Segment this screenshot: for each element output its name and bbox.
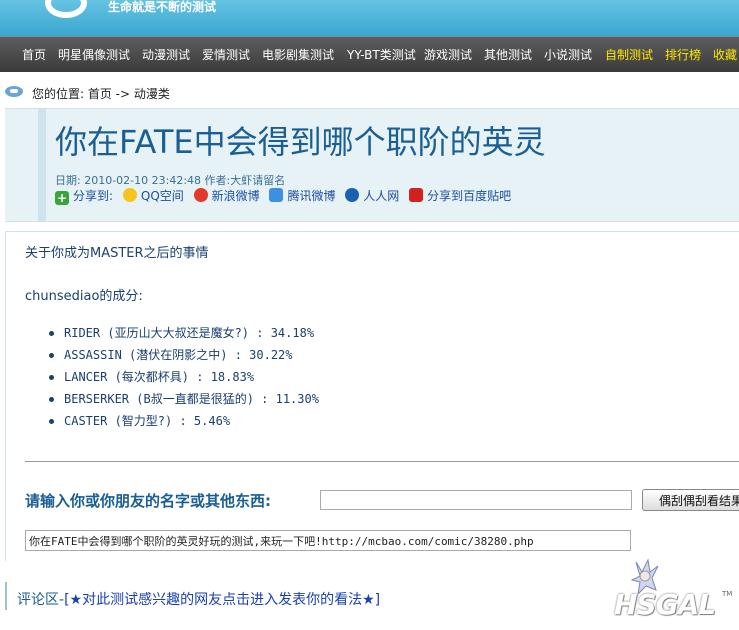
share-renren-label: 人人网 [363,189,400,203]
nav-item-anime[interactable]: 动漫测试 [142,46,190,63]
article-date: 2010-02-10 23:42:48 [84,174,202,187]
breadcrumb: 您的位置: 首页 -> 动漫类 [0,82,739,102]
page-title: 你在FATE中会得到哪个职阶的英灵 [55,123,546,161]
share-tencent-label: 腾讯微博 [287,189,336,203]
share-more[interactable]: + 分享到: [55,187,113,205]
comment-link[interactable]: [★对此测试感兴趣的网友点击进入发表你的看法★] [64,592,380,608]
view-result-button[interactable]: 偶刮偶刮看结果 [642,489,739,511]
header-accent-bar [38,109,46,221]
name-prompt: 请输入你或你朋友的名字或其他东西: [25,492,272,510]
nav-item-movie[interactable]: 电影剧集测试 [262,46,334,63]
nav-item-other[interactable]: 其他测试 [484,46,532,63]
nav-item-yy-bt[interactable]: YY-BT类测试 [347,46,416,63]
plus-icon: + [55,191,69,205]
share-qzone[interactable]: QQ空间 [122,187,184,204]
list-item: RIDER (亚历山大大叔还是魔女?) : 34.18% [44,322,319,344]
sina-weibo-icon [193,188,208,202]
nav-item-favorite[interactable]: 收藏 [713,46,737,63]
comment-label: 评论区-[★对此测试感兴趣的网友点击进入发表你的看法★] [17,589,380,609]
list-item: BERSERKER (B叔一直都是很猛的) : 11.30% [44,388,319,410]
list-item: ASSASSIN (潜伏在阴影之中) : 30.22% [44,344,319,366]
share-baidu-label: 分享到百度贴吧 [427,189,512,203]
watermark-tm: TM [722,590,733,598]
qzone-icon [122,188,137,202]
article-author: 大虾请留名 [230,174,286,187]
watermark-text: HSGAL [614,588,716,621]
site-slogan: 生命就是不断的测试 [108,0,217,14]
share-bar: + 分享到: QQ空间 新浪微博 腾讯微博 人人网 分享到百度贴吧 [55,187,517,205]
nav-item-home[interactable]: 首页 [22,46,46,63]
renren-icon [345,188,360,202]
nav-item-game[interactable]: 游戏测试 [424,46,472,63]
share-sina-weibo[interactable]: 新浪微博 [193,187,260,204]
comment-section: 评论区-[★对此测试感兴趣的网友点击进入发表你的看法★] [5,582,407,610]
article-meta: 日期: 2010-02-10 23:42:48 作者:大虾请留名 [55,172,285,188]
site-header: 生命就是不断的测试 [0,0,739,36]
comment-label-text: 评论区- [17,592,65,608]
result-intro: 关于你成为MASTER之后的事情 [25,246,209,261]
location-icon [5,86,23,97]
watermark-logo: HSGAL TM [610,558,733,624]
share-qzone-label: QQ空间 [140,189,184,203]
result-list: RIDER (亚历山大大叔还是魔女?) : 34.18% ASSASSIN (潜… [44,322,319,432]
nav-item-ranking[interactable]: 排行榜 [665,46,701,63]
share-sina-label: 新浪微博 [211,189,260,203]
share-renren[interactable]: 人人网 [345,187,399,204]
share-link-field[interactable]: 你在FATE中会得到哪个职阶的英灵好玩的测试,来玩一下吧!http://mcba… [25,530,631,551]
share-baidu-tieba[interactable]: 分享到百度贴吧 [409,187,511,204]
result-panel: 关于你成为MASTER之后的事情 chunsediao的成分: RIDER (亚… [5,231,739,561]
author-label: 作者: [204,174,231,187]
date-label: 日期: [55,174,81,187]
nav-item-celebrity[interactable]: 明星偶像测试 [58,46,130,63]
list-item: CASTER (智力型?) : 5.46% [44,410,319,432]
baidu-tieba-icon [409,188,424,202]
breadcrumb-text: 您的位置: 首页 -> 动漫类 [32,87,170,101]
share-tencent-weibo[interactable]: 腾讯微博 [269,187,335,204]
result-subject: chunsediao的成分: [25,289,143,304]
nav-item-custom[interactable]: 自制测试 [605,46,653,63]
tencent-weibo-icon [269,188,284,202]
nav-item-love[interactable]: 爱情测试 [202,46,250,63]
list-item: LANCER (每次都杯具) : 18.83% [44,366,319,388]
site-logo[interactable] [45,0,87,18]
article-header: 你在FATE中会得到哪个职阶的英灵 日期: 2010-02-10 23:42:4… [5,108,739,222]
name-input[interactable] [320,490,632,510]
nav-item-novel[interactable]: 小说测试 [544,46,592,63]
main-nav: 首页 明星偶像测试 动漫测试 爱情测试 电影剧集测试 YY-BT类测试 游戏测试… [0,36,739,72]
share-label: 分享到: [73,189,114,203]
divider [25,461,739,462]
